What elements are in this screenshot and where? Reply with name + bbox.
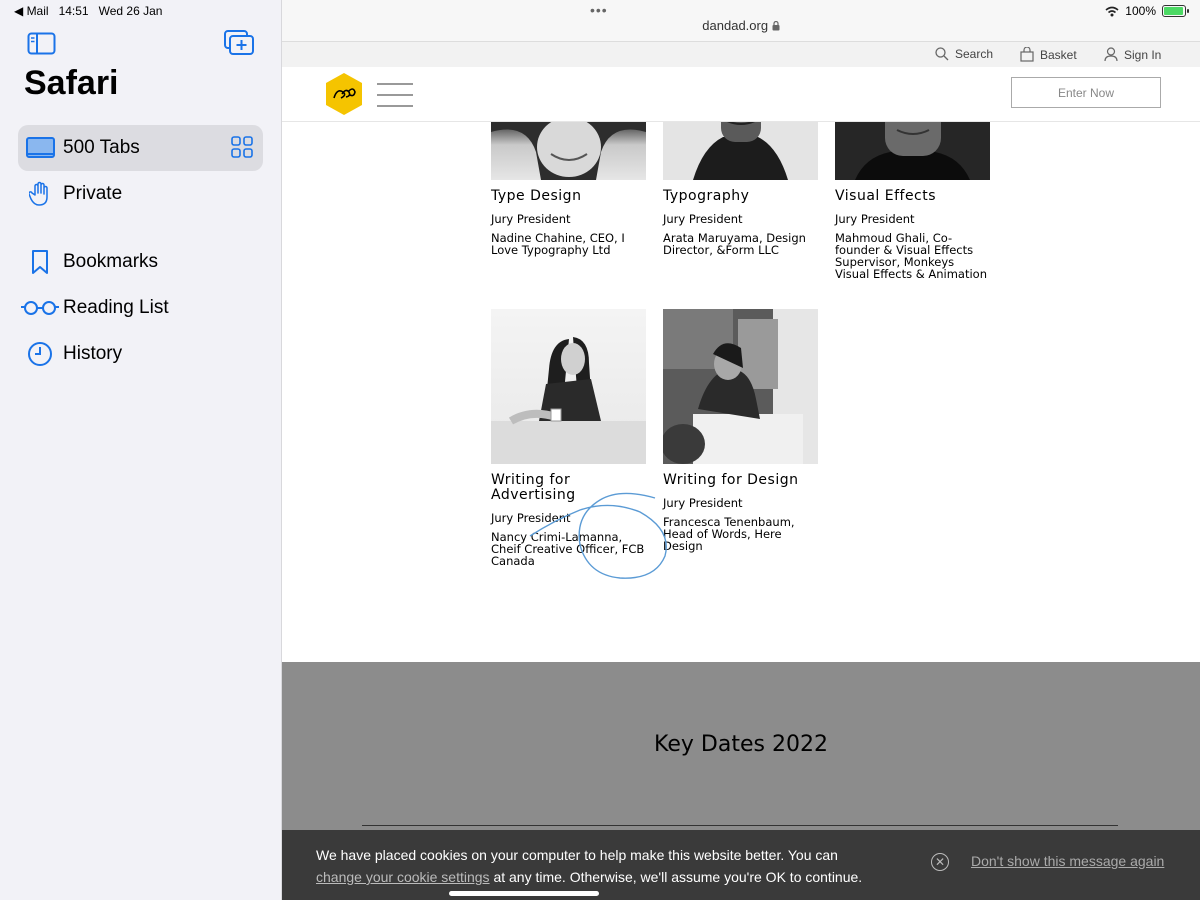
card-description: Mahmoud Ghali, Co-founder & Visual Effec… [835,231,987,281]
home-indicator[interactable] [449,891,599,896]
sidebar-item-history[interactable]: History [18,331,263,377]
cookie-text-after: at any time. Otherwise, we'll assume you… [493,869,863,885]
status-bar: ◀ Mail 14:51 Wed 26 Jan 100% [0,0,1200,22]
card-title: Typography [663,188,750,204]
sidebar-item-label: 500 Tabs [63,137,140,158]
card-role: Jury President [491,511,571,525]
jury-photo [491,309,646,464]
cookie-banner: We have placed cookies on your computer … [282,830,1200,900]
card-role: Jury President [663,212,743,226]
sidebar-item-reading-list[interactable]: Reading List [18,285,263,331]
battery-icon [1162,5,1189,17]
sidebar-item-private[interactable]: Private [18,171,263,217]
basket-icon [1020,47,1034,62]
wifi-icon [1105,6,1119,16]
battery-fill [1164,7,1183,15]
cookie-message: We have placed cookies on your computer … [316,844,896,888]
card-description: Nancy Crimi-Lamanna, Cheif Creative Offi… [491,530,645,568]
sidebar-item-label: History [63,343,123,364]
status-time: 14:51 [58,4,89,18]
card-description: Nadine Chahine, CEO, I Love Typography L… [491,231,625,257]
lock-icon [772,20,780,31]
tab-overview-grid-icon[interactable] [231,136,253,158]
glasses-icon [18,300,62,316]
dont-show-again-link[interactable]: Don't show this message again [971,853,1164,869]
sidebar-toggle-icon[interactable] [27,32,56,55]
bookmark-icon [18,249,62,275]
tabs-icon [18,137,62,159]
jury-card-typography[interactable]: Typography Jury President Arata Maruyama… [663,122,818,256]
sidebar-item-label: Bookmarks [63,251,159,272]
hand-icon [18,181,62,207]
jury-card-writing-for-advertising[interactable]: Writing for Advertising Jury President N… [491,309,646,567]
status-date: Wed 26 Jan [98,4,163,18]
basket-link[interactable]: Basket [1020,47,1077,62]
menu-button[interactable] [377,83,413,116]
card-role: Jury President [663,496,743,510]
sign-in-link[interactable]: Sign In [1104,47,1161,62]
sidebar-item-label: Private [63,183,123,204]
card-role: Jury President [491,212,571,226]
card-description: Francesca Tenenbaum, Head of Words, Here… [663,515,795,553]
jury-grid: Type Design Jury President Nadine Chahin… [282,122,1200,662]
new-tab-group-icon[interactable] [224,30,255,56]
key-dates-title: Key Dates 2022 [654,732,828,757]
card-title: Writing for Design [663,472,799,488]
battery-percent: 100% [1125,4,1156,18]
divider [362,825,1118,826]
card-description: Arata Maruyama, Design Director, &Form L… [663,231,806,257]
cookie-settings-link[interactable]: change your cookie settings [316,869,490,885]
dandad-logo[interactable] [324,72,364,116]
card-role: Jury President [835,212,915,226]
search-label: Search [955,47,994,61]
basket-label: Basket [1040,47,1077,62]
sidebar-item-bookmarks[interactable]: Bookmarks [18,239,263,285]
jury-card-writing-for-design[interactable]: Writing for Design Jury President France… [663,309,818,552]
safari-sidebar: Safari 500 Tabs Private Bookmarks Readin… [0,0,282,900]
clock-icon [18,341,62,367]
user-icon [1104,47,1118,62]
enter-now-button[interactable]: Enter Now [1011,77,1161,108]
sidebar-title: Safari [24,64,119,102]
card-title: Type Design [491,188,582,204]
jury-card-type-design[interactable]: Type Design Jury President Nadine Chahin… [491,122,646,256]
card-title: Visual Effects [835,188,937,204]
sidebar-item-label: Reading List [63,297,169,318]
close-icon[interactable]: ✕ [931,853,949,871]
sign-in-label: Sign In [1124,47,1162,62]
site-header: Enter Now [282,67,1200,122]
search-link[interactable]: Search [935,47,993,61]
jury-photo [663,122,818,180]
cookie-text: We have placed cookies on your computer … [316,847,838,863]
card-title: Writing for Advertising [491,472,576,503]
jury-photo [491,122,646,180]
utility-nav: Search Basket Sign In [282,41,1200,67]
jury-card-visual-effects[interactable]: Visual Effects Jury President Mahmoud Gh… [835,122,990,280]
jury-photo [663,309,818,464]
search-icon [935,47,949,61]
sidebar-item-tabs[interactable]: 500 Tabs [18,125,263,171]
back-to-mail[interactable]: ◀ Mail [14,4,49,18]
jury-photo [835,122,990,180]
